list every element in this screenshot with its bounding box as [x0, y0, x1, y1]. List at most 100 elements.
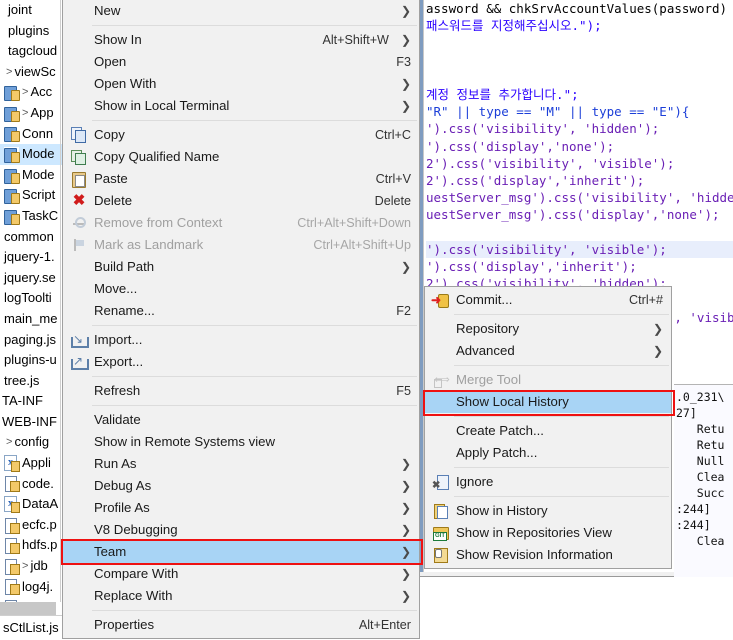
explorer-row[interactable]: jquery-1.: [0, 247, 64, 268]
explorer-row[interactable]: jquery.se: [0, 268, 64, 289]
menu-item-remove-from-context[interactable]: Remove from Context Ctrl+Alt+Shift+Down: [63, 212, 419, 234]
explorer-row[interactable]: TaskC: [0, 206, 64, 227]
menu-item-icon: [71, 350, 89, 372]
explorer-row-label: log4j.: [22, 578, 54, 594]
menu-item-compare-with[interactable]: Compare With ❯: [63, 563, 419, 585]
explorer-row[interactable]: WEB-INF: [0, 412, 64, 433]
explorer-row[interactable]: Mode: [0, 144, 64, 165]
explorer-row[interactable]: paging.js: [0, 330, 64, 351]
menu-item-rename[interactable]: Rename... F2: [63, 300, 419, 322]
menu-item-debug-as[interactable]: Debug As ❯: [63, 475, 419, 497]
menu-item-import[interactable]: Import...: [63, 328, 419, 351]
menu-item-v8-debugging[interactable]: V8 Debugging ❯: [63, 519, 419, 541]
code-line: ').css('visibility', 'hidden');: [426, 121, 660, 137]
explorer-row[interactable]: logToolti: [0, 288, 64, 309]
explorer-row[interactable]: > App: [0, 103, 64, 124]
explorer-row[interactable]: DataA: [0, 494, 64, 515]
menu-item-show-in-remote-systems-view[interactable]: Show in Remote Systems view: [63, 431, 419, 453]
rev-icon: [433, 547, 449, 563]
menu-item-create-patch[interactable]: Create Patch...: [425, 420, 671, 442]
sidebar-scroll-sash[interactable]: [0, 602, 56, 615]
file-file-icon: [4, 476, 20, 493]
menu-item-merge-tool[interactable]: Merge Tool: [425, 369, 671, 391]
menu-item-label: Show Revision Information: [456, 547, 613, 562]
menu-item-team[interactable]: Team ❯: [63, 541, 419, 563]
explorer-row[interactable]: ecfc.p: [0, 515, 64, 536]
explorer-row-label: Script: [22, 187, 56, 203]
menu-item-commit[interactable]: Commit... Ctrl+#: [425, 289, 671, 311]
console-line: Retu: [676, 422, 725, 436]
menu-item-show-in-repositories-view[interactable]: Show in Repositories View: [425, 522, 671, 544]
menu-item-replace-with[interactable]: Replace With ❯: [63, 585, 419, 607]
explorer-row[interactable]: Mode: [0, 165, 64, 186]
editor-tab-sctllist[interactable]: sCtlList.js: [0, 615, 64, 640]
project-explorer[interactable]: joint plugins tagcloud > viewSc > Acc > App Conn M…: [0, 0, 64, 602]
explorer-row[interactable]: Appli: [0, 453, 64, 474]
code-line: 패스워드를 지정해주십시오.");: [426, 18, 602, 34]
menu-item-paste[interactable]: Paste Ctrl+V: [63, 168, 419, 190]
team-submenu[interactable]: Commit... Ctrl+# Repository ❯ Advanced ❯ Merge…: [423, 286, 675, 569]
menu-item-show-in[interactable]: Show In Alt+Shift+W ❯: [63, 29, 419, 51]
expand-arrow-icon[interactable]: >: [22, 82, 30, 103]
menu-item-label: Remove from Context: [94, 215, 223, 230]
menu-item-move[interactable]: Move...: [63, 278, 419, 300]
explorer-row[interactable]: > viewSc: [0, 62, 64, 83]
explorer-row[interactable]: plugins: [0, 21, 64, 42]
menu-item-profile-as[interactable]: Profile As ❯: [63, 497, 419, 519]
menu-item-properties[interactable]: Properties Alt+Enter: [63, 614, 419, 636]
explorer-row[interactable]: > Acc: [0, 82, 64, 103]
explorer-row[interactable]: hdfs.p: [0, 535, 64, 556]
java-file-icon: [4, 85, 20, 102]
menu-item-show-revision-information[interactable]: Show Revision Information: [425, 544, 671, 566]
explorer-row[interactable]: > config: [0, 432, 64, 453]
explorer-row[interactable]: tree.js: [0, 371, 64, 392]
menu-item-open-with[interactable]: Open With ❯: [63, 73, 419, 95]
expand-arrow-icon[interactable]: >: [6, 432, 14, 453]
explorer-row[interactable]: TA-INF: [0, 391, 64, 412]
expand-arrow-icon[interactable]: >: [22, 103, 30, 124]
menu-item-advanced[interactable]: Advanced ❯: [425, 340, 671, 362]
explorer-row[interactable]: Conn: [0, 124, 64, 145]
explorer-row[interactable]: > jdb: [0, 556, 64, 577]
menu-item-repository[interactable]: Repository ❯: [425, 318, 671, 340]
explorer-row[interactable]: plugins-u: [0, 350, 64, 371]
menu-item-show-in-local-terminal[interactable]: Show in Local Terminal ❯: [63, 95, 419, 117]
expand-arrow-icon[interactable]: >: [6, 62, 14, 83]
file-context-menu[interactable]: New ❯ Show In Alt+Shift+W ❯ Open F3 Open With ❯ S…: [61, 0, 423, 639]
copy-icon: [71, 127, 87, 143]
menu-item-validate[interactable]: Validate: [63, 409, 419, 431]
menu-item-export[interactable]: Export...: [63, 350, 419, 373]
explorer-row[interactable]: log4j.: [0, 577, 64, 598]
java-file-icon: [4, 126, 20, 143]
menu-item-apply-patch[interactable]: Apply Patch...: [425, 442, 671, 464]
menu-item-refresh[interactable]: Refresh F5: [63, 380, 419, 402]
explorer-row[interactable]: tagcloud: [0, 41, 64, 62]
menu-item-mark-as-landmark[interactable]: Mark as Landmark Ctrl+Alt+Shift+Up: [63, 234, 419, 256]
menu-item-shortcut: Alt+Shift+W: [322, 33, 389, 47]
menu-item-label: Show in Repositories View: [456, 525, 612, 540]
menu-item-ignore[interactable]: Ignore: [425, 471, 671, 497]
menu-separator: [454, 416, 669, 417]
explorer-row-label: ecfc.p: [22, 516, 57, 532]
menu-item-copy-qualified-name[interactable]: Copy Qualified Name: [63, 146, 419, 168]
explorer-row[interactable]: code.: [0, 474, 64, 495]
explorer-row[interactable]: common: [0, 227, 64, 248]
menu-item-show-local-history[interactable]: Show Local History: [425, 391, 671, 413]
menu-item-open[interactable]: Open F3: [63, 51, 419, 73]
menu-item-build-path[interactable]: Build Path ❯: [63, 256, 419, 278]
exp-icon: [71, 350, 89, 372]
explorer-row-label: App: [30, 104, 54, 120]
menu-item-show-in-history[interactable]: Show in History: [425, 500, 671, 522]
land-icon: [71, 237, 87, 253]
menu-item-label: Apply Patch...: [456, 445, 538, 460]
menu-item-label: Validate: [94, 412, 141, 427]
explorer-row-label: common: [4, 228, 54, 244]
menu-item-new[interactable]: New ❯: [63, 0, 419, 22]
menu-item-delete[interactable]: ✖ Delete Delete: [63, 190, 419, 212]
menu-item-run-as[interactable]: Run As ❯: [63, 453, 419, 475]
explorer-row[interactable]: joint: [0, 0, 64, 21]
explorer-row[interactable]: main_me: [0, 309, 64, 330]
menu-item-copy[interactable]: Copy Ctrl+C: [63, 124, 419, 146]
explorer-row[interactable]: Script: [0, 185, 64, 206]
